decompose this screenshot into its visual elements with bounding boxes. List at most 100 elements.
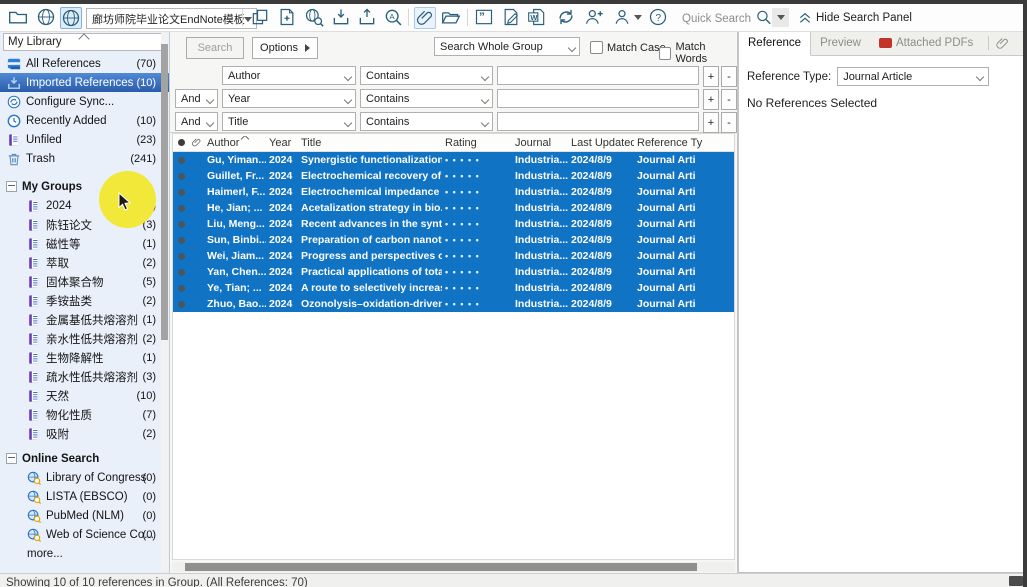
checkbox-icon[interactable]	[590, 41, 603, 54]
attach-file-icon[interactable]	[414, 7, 436, 29]
field-select-1[interactable]: Author	[222, 66, 356, 85]
cell-rating[interactable]: • • • • •	[442, 299, 512, 309]
add-row-button-2[interactable]: +	[703, 89, 719, 110]
copy-to-local-library-icon[interactable]	[250, 7, 270, 27]
remove-row-button-2[interactable]: -	[721, 89, 737, 110]
reference-type-select[interactable]: Journal Article	[837, 67, 989, 86]
group-item[interactable]: 亲水性低共熔溶剂 (2)	[0, 329, 169, 348]
group-item[interactable]: 季铵盐类 (2)	[0, 291, 169, 310]
cell-rating[interactable]: • • • • •	[442, 203, 512, 213]
new-reference-icon[interactable]	[277, 7, 297, 27]
journal-column-header[interactable]: Journal	[512, 137, 568, 149]
checkbox-icon[interactable]	[659, 47, 671, 60]
format-bibliography-icon[interactable]	[501, 7, 521, 27]
search-options-dropdown[interactable]	[772, 8, 789, 27]
open-file-icon[interactable]	[441, 7, 461, 27]
online-search-mode-icon[interactable]	[36, 7, 56, 27]
year-column-header[interactable]: Year	[266, 137, 298, 149]
user-menu-icon[interactable]	[612, 7, 632, 27]
sidebar-item[interactable]: All References (70)	[0, 54, 169, 73]
remove-row-button-1[interactable]: -	[721, 66, 737, 87]
collapse-minus-icon[interactable]	[6, 453, 17, 464]
read-status-column-header[interactable]	[173, 139, 189, 146]
online-search-header[interactable]: Online Search	[0, 449, 169, 468]
output-style-select[interactable]: 廊坊师院毕业论文EndNote模板	[86, 8, 257, 29]
chevron-down-icon[interactable]	[634, 15, 642, 20]
match-words-checkbox[interactable]: Match Words	[659, 41, 737, 65]
horizontal-scrollbar-thumb[interactable]	[185, 563, 697, 571]
group-item[interactable]: 磁性等 (1)	[0, 234, 169, 253]
last-updated-column-header[interactable]: Last Updated	[568, 137, 634, 149]
author-column-header[interactable]: Author	[204, 136, 266, 149]
reference-row[interactable]: Gu, Yiman... 2024 Synergistic functional…	[173, 152, 734, 168]
collapse-minus-icon[interactable]	[6, 181, 17, 192]
search-scope-select[interactable]: Search Whole Group	[434, 37, 580, 56]
online-database-item[interactable]: PubMed (NLM) (0)	[0, 506, 169, 525]
field-select-2[interactable]: Year	[222, 89, 356, 108]
cell-rating[interactable]: • • • • •	[442, 235, 512, 245]
reference-row[interactable]: Zhuo, Bao... 2024 Ozonolysis–oxidation-d…	[173, 296, 734, 312]
reference-row[interactable]: Wei, Jiam... 2024 Progress and perspecti…	[173, 248, 734, 264]
sidebar-item[interactable]: Recently Added (10)	[0, 111, 169, 130]
reference-row[interactable]: Sun, Binbi... 2024 Preparation of carbon…	[173, 232, 734, 248]
field-select-3[interactable]: Title	[222, 112, 356, 131]
group-item[interactable]: 吸附 (2)	[0, 424, 169, 443]
cell-rating[interactable]: • • • • •	[442, 155, 512, 165]
more-databases-link[interactable]: more...	[0, 544, 169, 563]
hide-search-panel-icon[interactable]	[797, 7, 813, 27]
boolean-select-3[interactable]: And	[175, 112, 218, 131]
sidebar-item[interactable]: Configure Sync...	[0, 92, 169, 111]
export-icon[interactable]	[357, 7, 377, 27]
tab-reference[interactable]: Reference	[739, 31, 811, 56]
horizontal-scrollbar[interactable]	[172, 562, 735, 572]
layout-button[interactable]	[1009, 576, 1023, 586]
reference-row[interactable]: Liu, Meng... 2024 Recent advances in the…	[173, 216, 734, 232]
help-icon[interactable]	[648, 7, 668, 27]
operator-select-1[interactable]: Contains	[360, 66, 493, 85]
reference-row[interactable]: Ye, Tian; ... 2024 A route to selectivel…	[173, 280, 734, 296]
reference-row[interactable]: Haimerl, F... 2024 Electrochemical imped…	[173, 184, 734, 200]
attach-pdf-icon[interactable]	[995, 31, 1010, 55]
group-item[interactable]: 固体聚合物 (5)	[0, 272, 169, 291]
online-database-item[interactable]: LISTA (EBSCO) (0)	[0, 487, 169, 506]
options-button[interactable]: Options	[252, 37, 318, 59]
cell-rating[interactable]: • • • • •	[442, 251, 512, 261]
go-to-word-icon[interactable]	[527, 7, 547, 27]
online-search-icon[interactable]	[304, 7, 324, 27]
search-button[interactable]: Search	[186, 37, 244, 59]
search-term-input-2[interactable]	[497, 89, 699, 108]
cell-rating[interactable]: • • • • •	[442, 267, 512, 277]
remove-row-button-3[interactable]: -	[721, 112, 737, 133]
online-database-item[interactable]: Library of Congress (0)	[0, 468, 169, 487]
operator-select-2[interactable]: Contains	[360, 89, 493, 108]
sidebar-item[interactable]: Unfiled (23)	[0, 130, 169, 149]
search-icon[interactable]	[755, 7, 772, 27]
cell-rating[interactable]: • • • • •	[442, 171, 512, 181]
add-row-button-3[interactable]: +	[703, 112, 719, 133]
sidebar-item[interactable]: Imported References (10)	[0, 73, 169, 92]
cell-rating[interactable]: • • • • •	[442, 219, 512, 229]
reference-row[interactable]: Yan, Chen... 2024 Practical applications…	[173, 264, 734, 280]
boolean-select-2[interactable]: And	[175, 89, 218, 108]
rating-column-header[interactable]: Rating	[442, 137, 512, 149]
group-item[interactable]: 生物降解性 (1)	[0, 348, 169, 367]
hide-search-panel-button[interactable]: Hide Search Panel	[816, 12, 912, 24]
my-library-header[interactable]: My Library	[3, 33, 164, 51]
cell-rating[interactable]: • • • • •	[442, 283, 512, 293]
operator-select-3[interactable]: Contains	[360, 112, 493, 131]
reference-row[interactable]: Guillet, Fr... 2024 Electrochemical reco…	[173, 168, 734, 184]
online-database-item[interactable]: Web of Science Co... (0)	[0, 525, 169, 544]
cell-rating[interactable]: • • • • •	[442, 187, 512, 197]
local-library-mode-icon[interactable]	[8, 7, 28, 27]
group-item[interactable]: 天然 (10)	[0, 386, 169, 405]
reference-type-column-header[interactable]: Reference Ty	[634, 137, 734, 149]
attachment-column-header[interactable]	[189, 137, 204, 148]
integrated-library-mode-icon[interactable]	[60, 7, 82, 29]
reference-row[interactable]: He, Jian; ... 2024 Acetalization strateg…	[173, 200, 734, 216]
search-term-input-3[interactable]	[497, 112, 699, 131]
group-item[interactable]: 疏水性低共熔溶剂 (3)	[0, 367, 169, 386]
tab-preview[interactable]: Preview	[811, 31, 870, 55]
import-icon[interactable]	[331, 7, 351, 27]
title-column-header[interactable]: Title	[298, 137, 442, 149]
add-row-button-1[interactable]: +	[703, 66, 719, 87]
